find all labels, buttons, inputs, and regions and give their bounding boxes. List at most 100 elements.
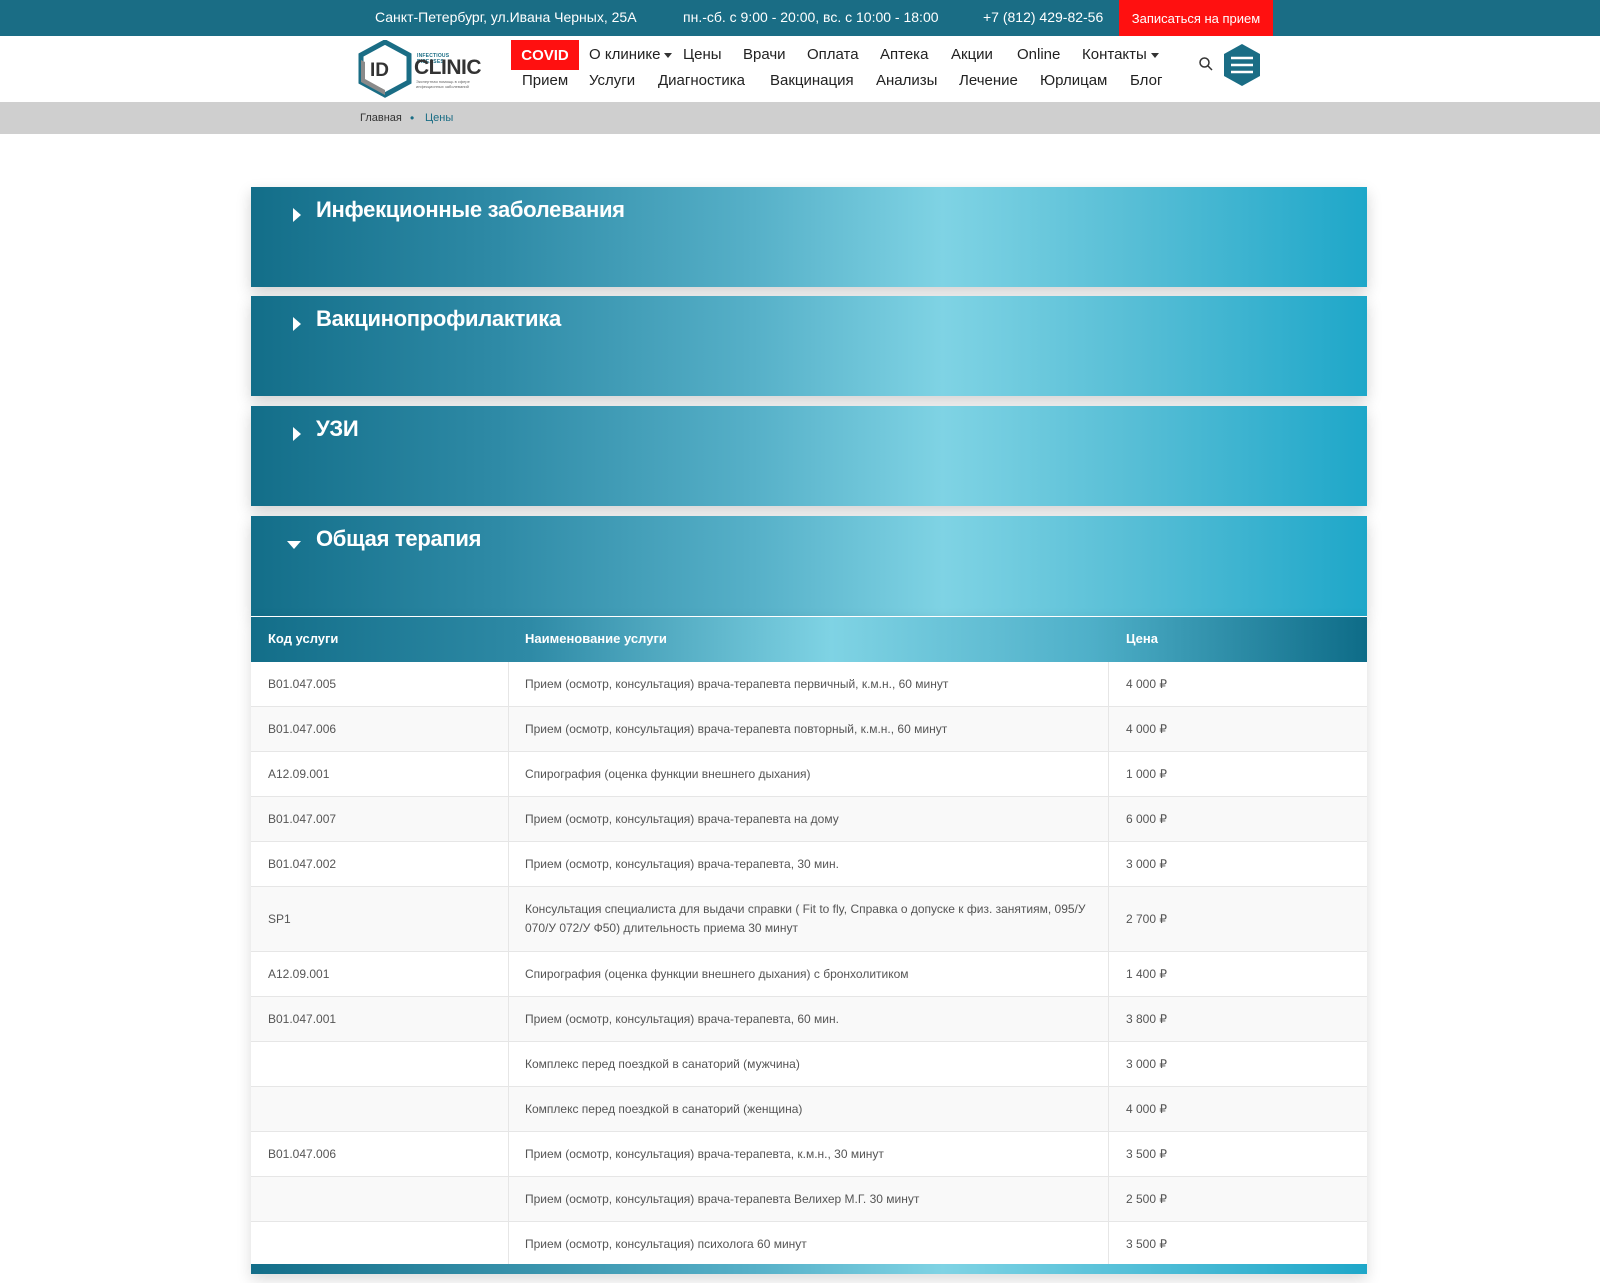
accordion-ultrasound[interactable]: УЗИ <box>251 406 1367 506</box>
hamburger-menu-icon[interactable] <box>1222 43 1262 87</box>
nav-item-online[interactable]: Online <box>1017 46 1060 63</box>
caret-right-icon <box>293 427 301 441</box>
table-footer-bar <box>251 1264 1367 1274</box>
service-name-cell: Спирография (оценка функции внешнего дых… <box>509 752 1109 796</box>
nav-item-services[interactable]: Услуги <box>589 72 635 89</box>
service-code-cell: SP1 <box>251 887 509 951</box>
service-name-cell-text: Прием (осмотр, консультация) врача-терап… <box>525 1191 920 1206</box>
logo-wordmark: CLINIC <box>414 56 482 79</box>
accordion-general-therapy[interactable]: Общая терапия <box>251 516 1367 616</box>
nav-item-reception[interactable]: Прием <box>522 72 568 89</box>
service-name-cell-text: Прием (осмотр, консультация) психолога 6… <box>525 1236 807 1251</box>
service-code-cell <box>251 1087 509 1131</box>
service-price-cell: 3 500 ₽ <box>1109 1222 1367 1266</box>
breadcrumb: Главная • Цены <box>0 102 1600 134</box>
service-price-cell-text: 2 500 ₽ <box>1126 1191 1167 1206</box>
accordion-title: Вакцинопрофилактика <box>316 306 561 331</box>
service-name-cell-text: Прием (осмотр, консультация) врача-терап… <box>525 1146 884 1161</box>
chevron-down-icon <box>1150 52 1159 58</box>
logo-subtitle-bottom: Экспертная помощь в сфере инфекционных з… <box>416 79 470 89</box>
column-header-code: Код услуги <box>268 631 339 646</box>
service-name-cell-text: Прием (осмотр, консультация) врача-терап… <box>525 811 839 826</box>
nav-item-prices[interactable]: Цены <box>683 46 722 63</box>
service-price-cell: 6 000 ₽ <box>1109 797 1367 841</box>
service-name-cell: Прием (осмотр, консультация) врача-терап… <box>509 1132 1109 1176</box>
service-code-cell-text: SP1 <box>268 911 291 926</box>
accordion-vaccination[interactable]: Вакцинопрофилактика <box>251 296 1367 396</box>
service-name-cell-text: Прием (осмотр, консультация) врача-терап… <box>525 1011 839 1026</box>
service-name-cell-text: Консультация специалиста для выдачи спра… <box>525 902 1086 935</box>
service-code-cell: A12.09.001 <box>251 952 509 996</box>
service-code-cell-text: B01.047.007 <box>268 811 337 826</box>
service-name-cell: Прием (осмотр, консультация) психолога 6… <box>509 1222 1109 1266</box>
search-icon[interactable] <box>1198 56 1214 72</box>
service-name-cell: Прием (осмотр, консультация) врача-терап… <box>509 662 1109 706</box>
service-name-cell: Прием (осмотр, консультация) врача-терап… <box>509 797 1109 841</box>
nav-item-vaccination[interactable]: Вакцинация <box>770 72 854 89</box>
book-appointment-button[interactable]: Записаться на прием <box>1119 0 1273 36</box>
chevron-down-icon <box>664 52 673 58</box>
table-row: B01.047.007 Прием (осмотр, консультация) … <box>251 797 1367 842</box>
accordion-infectious-diseases[interactable]: Инфекционные заболевания <box>251 187 1367 287</box>
clinic-logo[interactable]: ID INFECTIOUS DISEASES CLINIC Экспертная… <box>355 40 482 98</box>
service-name-cell-text: Комплекс перед поездкой в санаторий (жен… <box>525 1101 803 1116</box>
service-price-cell: 2 700 ₽ <box>1109 887 1367 951</box>
service-price-cell-text: 4 000 ₽ <box>1126 1101 1167 1116</box>
service-name-cell-text: Спирография (оценка функции внешнего дых… <box>525 966 909 981</box>
nav-covid-button[interactable]: COVID <box>511 40 579 70</box>
column-header-price: Цена <box>1126 631 1158 646</box>
address-text: Санкт-Петербург, ул.Ивана Черных, 25А <box>375 9 637 25</box>
nav-item-pharmacy[interactable]: Аптека <box>880 46 928 63</box>
service-price-cell-text: 3 000 ₽ <box>1126 1056 1167 1071</box>
service-price-cell: 3 000 ₽ <box>1109 1042 1367 1086</box>
service-price-cell: 1 000 ₽ <box>1109 752 1367 796</box>
nav-item-label: Контакты <box>1082 46 1147 63</box>
nav-item-doctors[interactable]: Врачи <box>743 46 786 63</box>
table-row: B01.047.001 Прием (осмотр, консультация) … <box>251 997 1367 1042</box>
table-row: SP1 Консультация специалиста для выдачи с… <box>251 887 1367 952</box>
service-code-cell: B01.047.001 <box>251 997 509 1041</box>
service-code-cell <box>251 1222 509 1266</box>
service-code-cell <box>251 1042 509 1086</box>
caret-right-icon <box>293 208 301 222</box>
service-code-cell <box>251 1177 509 1221</box>
service-price-cell: 2 500 ₽ <box>1109 1177 1367 1221</box>
logo-badge-text: ID <box>370 60 389 81</box>
service-code-cell-text: A12.09.001 <box>268 966 330 981</box>
service-price-cell: 1 400 ₽ <box>1109 952 1367 996</box>
nav-item-contacts[interactable]: Контакты <box>1082 46 1159 63</box>
table-row: Комплекс перед поездкой в санаторий (муж… <box>251 1042 1367 1087</box>
phone-link[interactable]: +7 (812) 429-82-56 <box>983 9 1103 25</box>
nav-item-payment[interactable]: Оплата <box>807 46 859 63</box>
service-name-cell: Комплекс перед поездкой в санаторий (муж… <box>509 1042 1109 1086</box>
service-name-cell: Прием (осмотр, консультация) врача-терап… <box>509 1177 1109 1221</box>
nav-item-about[interactable]: О клинике <box>589 46 673 63</box>
service-price-cell-text: 4 000 ₽ <box>1126 676 1167 691</box>
top-info-bar: Санкт-Петербург, ул.Ивана Черных, 25А пн… <box>0 0 1600 36</box>
nav-item-diagnostics[interactable]: Диагностика <box>658 72 745 89</box>
working-hours-text: пн.-сб. с 9:00 - 20:00, вс. с 10:00 - 18… <box>683 9 939 25</box>
service-name-cell: Консультация специалиста для выдачи спра… <box>509 887 1109 951</box>
service-code-cell-text: B01.047.001 <box>268 1011 337 1026</box>
nav-item-blog[interactable]: Блог <box>1130 72 1162 89</box>
service-name-cell-text: Прием (осмотр, консультация) врача-терап… <box>525 856 839 871</box>
service-price-cell: 4 000 ₽ <box>1109 662 1367 706</box>
nav-item-treatment[interactable]: Лечение <box>959 72 1018 89</box>
service-price-cell-text: 2 700 ₽ <box>1126 911 1167 926</box>
table-row: Комплекс перед поездкой в санаторий (жен… <box>251 1087 1367 1132</box>
column-header-name: Наименование услуги <box>525 631 667 646</box>
breadcrumb-home-link[interactable]: Главная <box>360 112 402 124</box>
table-row: B01.047.002 Прием (осмотр, консультация) … <box>251 842 1367 887</box>
nav-item-promotions[interactable]: Акции <box>951 46 993 63</box>
price-table: Код услуги Наименование услуги Цена B01.… <box>251 616 1367 1274</box>
nav-item-legal-entities[interactable]: Юрлицам <box>1040 72 1107 89</box>
service-price-cell: 3 500 ₽ <box>1109 1132 1367 1176</box>
nav-item-label: О клинике <box>589 46 661 63</box>
service-price-cell-text: 3 500 ₽ <box>1126 1146 1167 1161</box>
logo-hexagon-icon: ID <box>358 40 412 98</box>
nav-item-analyses[interactable]: Анализы <box>876 72 937 89</box>
accordion-title: УЗИ <box>316 416 359 441</box>
caret-down-icon <box>287 541 301 549</box>
service-price-cell-text: 3 500 ₽ <box>1126 1236 1167 1251</box>
accordion-title: Общая терапия <box>316 526 482 551</box>
